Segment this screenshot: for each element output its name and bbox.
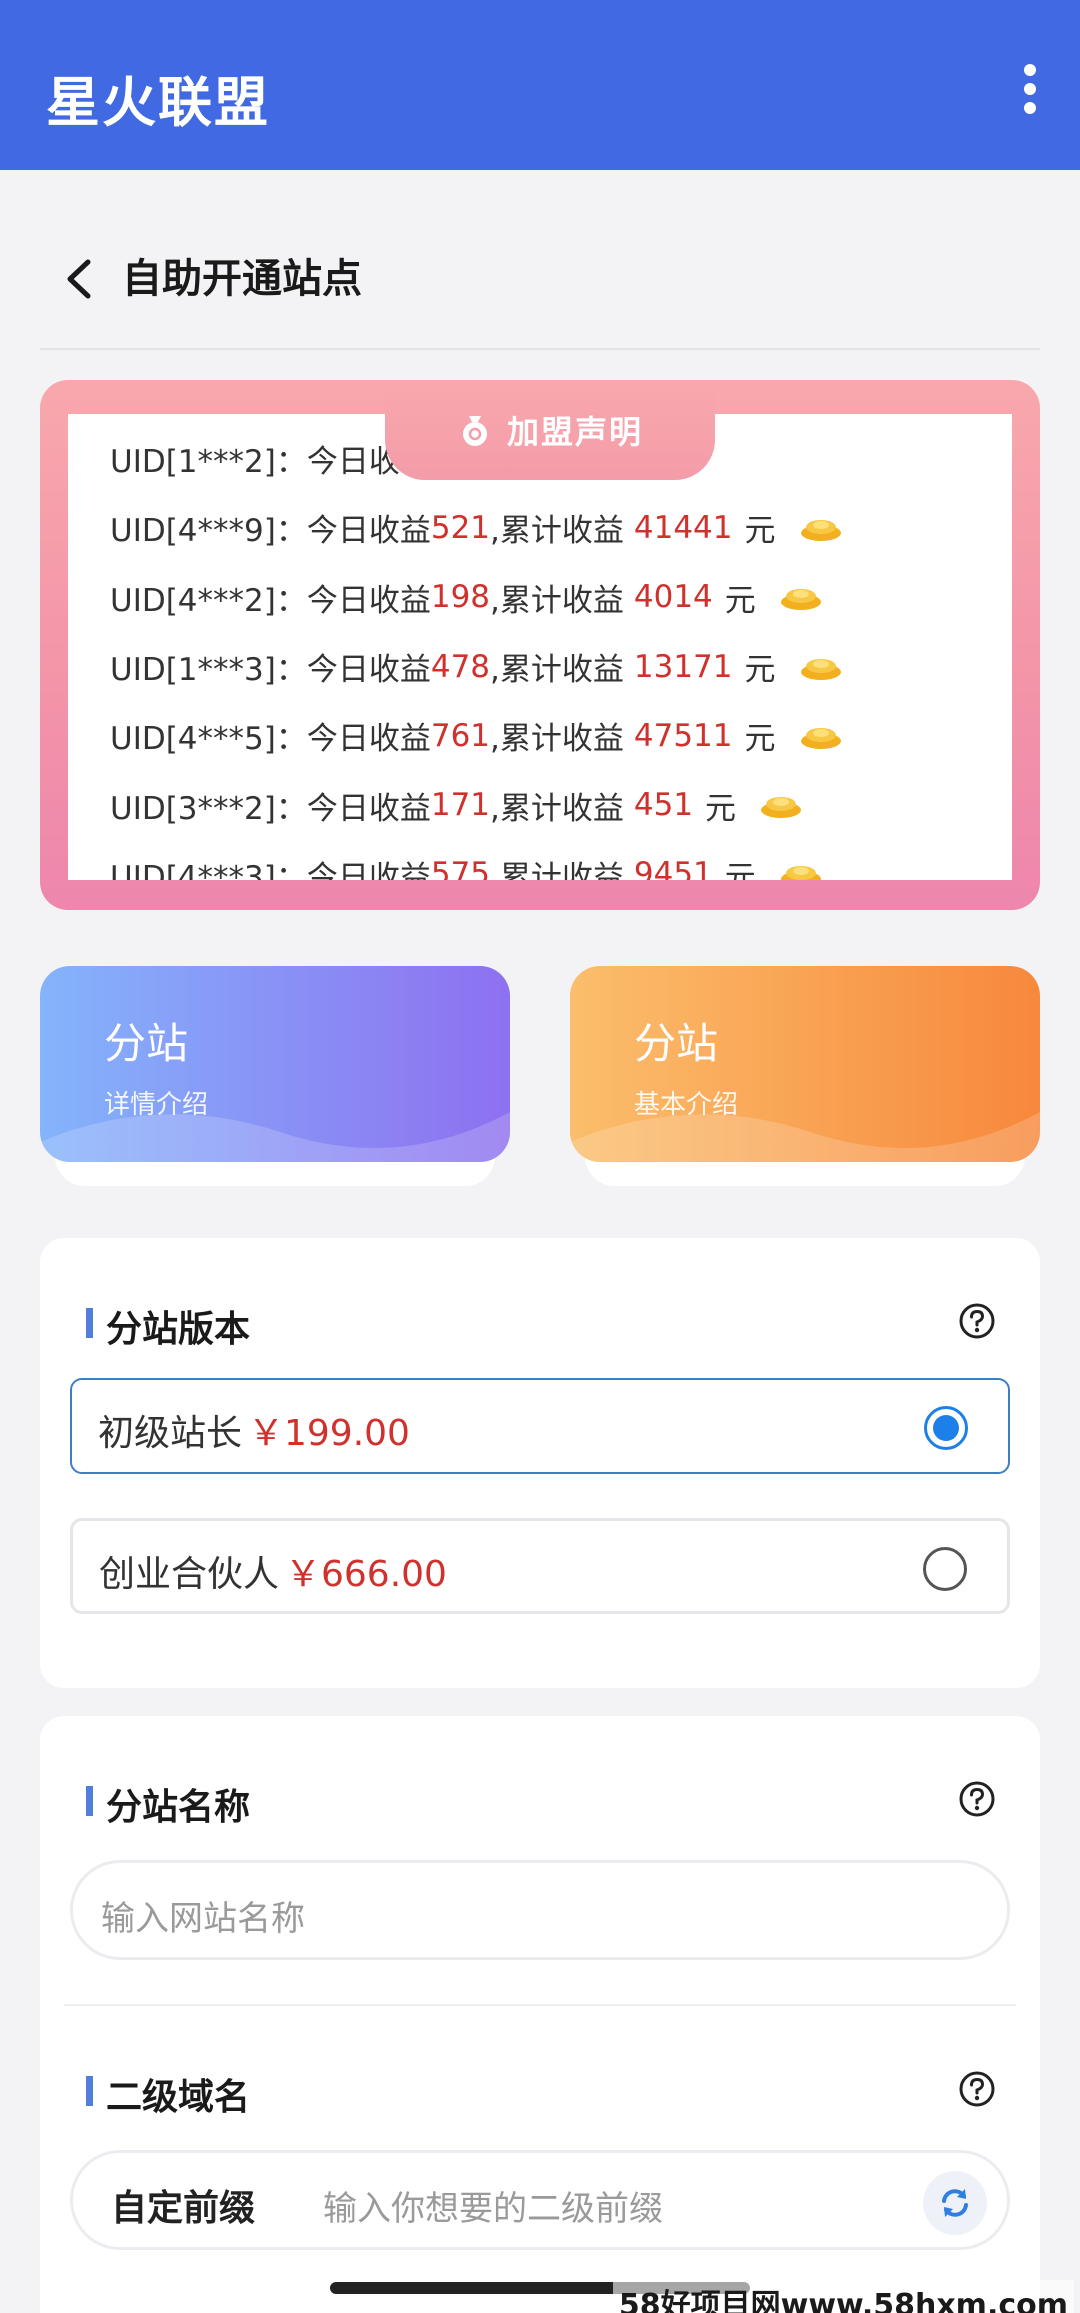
prefix-label: 自定前缀 <box>111 2188 256 2229</box>
ticker-today-value: 478 <box>430 648 491 685</box>
ticker-total-value: 9451 <box>633 856 713 880</box>
ticker-row: UID[4***2]： 今日收益 198 ,累计收益 4014 元 <box>68 563 1012 632</box>
site-name-input[interactable]: 输入网站名称 <box>70 1860 1010 1960</box>
earnings-ticker: UID[1***2]：今日收7元UID[4***9]：今日收益521,累计收益4… <box>68 414 1012 880</box>
radio-unselected[interactable] <box>923 1547 967 1591</box>
ticker-today-label: 今日收益 <box>306 513 431 550</box>
ticker-total-label: ,累计收益 <box>490 859 624 880</box>
ticker-total-value: 451 <box>633 787 694 824</box>
version-panel: 分站版本 初级站长 ￥199.00 创业合伙人 ￥666.00 <box>40 1238 1040 1688</box>
ticker-uid: UID[1***3]： <box>110 652 307 689</box>
ticker-uid: UID[3***2]： <box>110 790 307 827</box>
ticker-total-value: 4014 <box>633 579 713 616</box>
ticker-unit: 元 <box>744 513 776 550</box>
ticker-today-value: 761 <box>430 717 491 754</box>
version-option-junior[interactable]: 初级站长 ￥199.00 <box>70 1378 1010 1474</box>
site-name-placeholder: 输入网站名称 <box>101 1899 305 1939</box>
page-title: 自助开通站点 <box>122 256 362 302</box>
notice-tab: 加盟声明 <box>385 380 715 480</box>
ticker-row: UID[1***3]： 今日收益 478 ,累计收益 13171 元 <box>68 632 1012 701</box>
ticker-total-label: ,累计收益 <box>490 790 624 827</box>
ticker-uid: UID[4***9]： <box>110 513 307 550</box>
gold-ingot-icon <box>800 727 841 749</box>
divider <box>64 2004 1016 2006</box>
ticker-today-label: 今日收益 <box>306 790 431 827</box>
gold-ingot-icon <box>780 866 821 880</box>
gold-ingot-icon <box>800 658 841 680</box>
ticker-unit: 元 <box>705 790 737 827</box>
ticker-unit: 元 <box>744 652 776 689</box>
refresh-icon <box>942 2189 968 2217</box>
ticker-total-label: ,累计收益 <box>490 721 624 758</box>
gold-ingot-icon <box>800 519 841 541</box>
radio-selected[interactable] <box>924 1406 968 1450</box>
ticker-total-label: ,累计收益 <box>490 582 624 619</box>
card-title: 分站 <box>104 1019 189 1068</box>
option-label: 初级站长 <box>98 1413 243 1454</box>
ticker-total-label: ,累计收益 <box>490 513 624 550</box>
option-label: 创业合伙人 <box>99 1554 280 1595</box>
ticker-uid: UID[4***3]： <box>110 859 307 880</box>
card-subtitle: 详情介绍 <box>104 1090 209 1120</box>
refresh-button[interactable] <box>923 2171 987 2235</box>
ticker-row: UID[3***2]： 今日收益 171 ,累计收益 451 元 <box>68 770 1012 839</box>
ticker-row: UID[4***3]： 今日收益 575 ,累计收益 9451 元 <box>68 840 1012 880</box>
ticker-today-label: 今日收益 <box>306 721 431 758</box>
more-options-icon[interactable] <box>1000 54 1060 124</box>
ticker-today-label: 今日收益 <box>306 652 431 689</box>
gold-ingot-icon <box>780 589 821 611</box>
ticker-total-value: 13171 <box>633 648 733 685</box>
ticker-today-value: 171 <box>430 787 491 824</box>
version-section-title: 分站版本 <box>86 1300 250 1352</box>
ticker-uid: UID[1***2]： <box>110 444 307 481</box>
ticker-row: UID[4***9]： 今日收益 521 ,累计收益 41441 元 <box>68 493 1012 562</box>
ticker-today-label: 今日收益 <box>306 582 431 619</box>
back-arrow-icon[interactable] <box>60 254 100 304</box>
subdomain-placeholder: 输入你想要的二级前缀 <box>323 2189 663 2229</box>
help-icon[interactable] <box>958 1302 996 1340</box>
help-icon[interactable] <box>958 2070 996 2108</box>
ticker-total-label: ,累计收益 <box>490 652 624 689</box>
option-price: ￥199.00 <box>248 1413 410 1454</box>
ticker-today-value: 198 <box>430 579 491 616</box>
notice-tab-label: 加盟声明 <box>506 413 643 451</box>
detail-intro-card[interactable]: 分站 详情介绍 <box>40 966 510 1162</box>
franchise-notice-panel: UID[1***2]：今日收7元UID[4***9]：今日收益521,累计收益4… <box>40 380 1040 910</box>
card-subtitle: 基本介绍 <box>634 1090 739 1120</box>
ticker-uid: UID[4***2]： <box>110 582 307 619</box>
site-settings-panel: 分站名称 输入网站名称 二级域名 自定前缀 输入你想要的二级前缀 <box>40 1716 1040 2313</box>
ticker-total-value: 47511 <box>633 717 733 754</box>
ticker-unit: 元 <box>744 721 776 758</box>
ticker-uid: UID[4***5]： <box>110 721 307 758</box>
ticker-row: UID[4***5]： 今日收益 761 ,累计收益 47511 元 <box>68 701 1012 770</box>
site-name-section-title: 分站名称 <box>86 1778 250 1830</box>
ticker-unit: 元 <box>724 582 756 619</box>
app-title: 星火联盟 <box>46 71 270 134</box>
subdomain-section-title: 二级域名 <box>86 2068 250 2120</box>
ticker-today-value: 521 <box>430 509 491 546</box>
ticker-unit: 元 <box>724 859 756 880</box>
option-price: ￥666.00 <box>285 1554 447 1595</box>
watermark: 58好项目网www.58hxm.com <box>612 2280 1074 2313</box>
ticker-today-value: 575 <box>430 856 491 880</box>
money-bag-icon <box>462 416 487 446</box>
ticker-total-value: 41441 <box>633 509 733 546</box>
ticker-today-label: 今日收益 <box>306 859 431 880</box>
app-bar: 星火联盟 <box>0 0 1080 170</box>
subdomain-input[interactable]: 自定前缀 输入你想要的二级前缀 <box>70 2150 1010 2250</box>
card-title: 分站 <box>634 1019 719 1068</box>
basic-intro-card[interactable]: 分站 基本介绍 <box>570 966 1040 1162</box>
help-icon[interactable] <box>958 1780 996 1818</box>
page-header: 自助开通站点 <box>40 240 1040 350</box>
gold-ingot-icon <box>761 797 802 819</box>
version-option-partner[interactable]: 创业合伙人 ￥666.00 <box>70 1518 1010 1614</box>
